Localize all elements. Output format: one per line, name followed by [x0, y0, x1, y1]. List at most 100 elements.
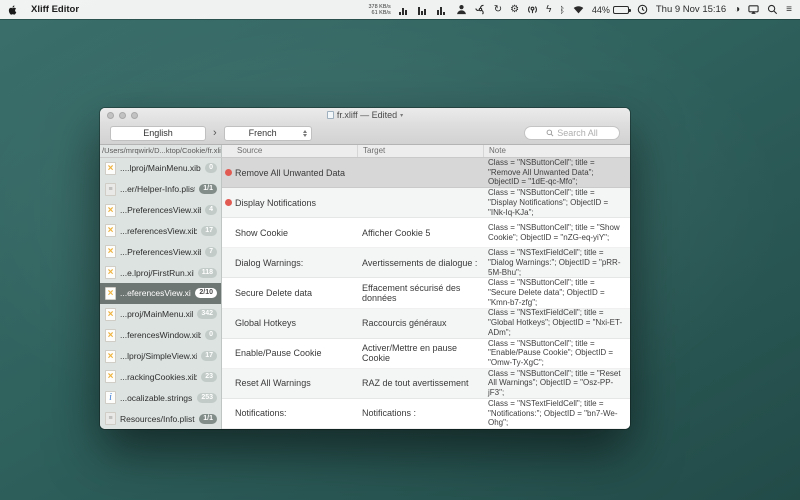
translation-row[interactable]: Reset All Warnings RAZ de tout avertisse… [222, 369, 630, 399]
file-name: ...referencesView.xib [120, 226, 197, 236]
spotlight-icon[interactable] [767, 4, 778, 15]
untranslated-dot-icon [225, 199, 232, 206]
night-shift-icon[interactable]: ◑ [734, 5, 740, 15]
note-cell: Class = "NSButtonCell"; title = "Secure … [483, 278, 630, 307]
notification-center-icon[interactable]: ≡ [786, 5, 792, 15]
translation-row[interactable]: Remove All Unwanted Data Class = "NSButt… [222, 158, 630, 188]
target-cell [357, 188, 483, 217]
sidebar-file-item[interactable]: i ...ocalizable.strings 253 [100, 387, 221, 408]
sidebar-file-item[interactable]: × ...lproj/SimpleView.xib 17 [100, 346, 221, 367]
title-bar[interactable]: fr.xliff — Edited ▾ [100, 108, 630, 122]
airplay-icon[interactable] [748, 4, 759, 15]
sidebar-file-item[interactable]: × ...referencesView.xib 17 [100, 221, 221, 242]
sidebar-file-item[interactable]: × ...PreferencesView.xib 7 [100, 241, 221, 262]
translation-count-badge: 342 [197, 309, 217, 319]
column-header-note[interactable]: Note [483, 145, 630, 157]
header-strip: /Users/mrqwirk/D...ktop/Cookie/fr.xliff … [100, 145, 630, 158]
target-cell: RAZ de tout avertissement [357, 369, 483, 398]
file-type-icon: × [105, 370, 116, 383]
file-type-icon: × [105, 245, 116, 258]
menu-bar: Xliff Editor 378 KB/s61 KB/s ↻ ⚙ ϟ ᛒ 44% [0, 0, 800, 19]
translation-row[interactable]: Dialog Warnings: Avertissements de dialo… [222, 248, 630, 278]
status-cell [222, 399, 235, 428]
time-machine-icon[interactable] [637, 4, 648, 15]
document-proxy-icon[interactable] [327, 111, 334, 119]
source-cell: Enable/Pause Cookie [235, 339, 357, 368]
column-header-target[interactable]: Target [357, 145, 483, 157]
source-cell: Dialog Warnings: [235, 248, 357, 277]
cpu-graph-icon[interactable] [399, 5, 410, 15]
source-cell: Global Hotkeys [235, 309, 357, 338]
source-cell: Reset All Warnings [235, 369, 357, 398]
sidebar-file-item[interactable]: ≡ ...er/Helper-Info.plist 1/1 [100, 179, 221, 200]
popup-stepper-icon [301, 130, 311, 137]
toolbar: English › French Search All [100, 122, 630, 145]
sidebar-file-item[interactable]: × ...proj/MainMenu.xib 342 [100, 304, 221, 325]
sidebar-file-item[interactable]: × ...ferencesWindow.xib 0 [100, 325, 221, 346]
file-type-icon: × [105, 350, 116, 363]
column-header-source[interactable]: Source [222, 145, 357, 157]
battery-percent: 44% [592, 5, 610, 15]
sidebar-file-item[interactable]: × ...eferencesView.xib 2/10 [100, 283, 221, 304]
sidebar-file-item[interactable]: × ...PreferencesView.xib 4 [100, 200, 221, 221]
status-cell [222, 369, 235, 398]
translation-row[interactable]: Secure Delete data Effacement sécurisé d… [222, 278, 630, 308]
translation-row[interactable]: Display Notifications Class = "NSButtonC… [222, 188, 630, 218]
title-chevron-icon[interactable]: ▾ [400, 112, 403, 119]
sidebar-file-item[interactable]: × ...rackingCookies.xib 23 [100, 366, 221, 387]
note-cell: Class = "NSButtonCell"; title = "Reset A… [483, 369, 630, 398]
translation-row[interactable]: Notifications: Notifications : Class = "… [222, 399, 630, 429]
translation-count-badge: 0 [205, 163, 217, 173]
file-type-icon: ≡ [105, 412, 116, 425]
apple-menu-icon[interactable] [8, 4, 18, 16]
translation-count-badge: 118 [198, 268, 217, 278]
wifi-icon[interactable] [573, 4, 584, 15]
bluetooth-icon[interactable]: ᛒ [559, 5, 564, 15]
menu-app-name[interactable]: Xliff Editor [31, 4, 79, 15]
source-cell: Display Notifications [235, 188, 357, 217]
memory-graph-icon[interactable] [418, 5, 429, 15]
file-name: ...lproj/SimpleView.xib [120, 351, 197, 361]
hotspot-icon[interactable] [527, 4, 538, 15]
file-path: /Users/mrqwirk/D...ktop/Cookie/fr.xliff [100, 145, 222, 158]
gear-icon[interactable]: ⚙ [510, 5, 519, 15]
file-type-icon: × [105, 308, 116, 321]
translation-count-badge: 253 [197, 393, 217, 403]
file-type-icon: × [105, 204, 116, 217]
sidebar-file-item[interactable]: × ...e.lproj/FirstRun.xib 118 [100, 262, 221, 283]
fan-icon[interactable] [475, 4, 486, 15]
search-input[interactable]: Search All [524, 126, 620, 140]
translation-count-badge: 4 [205, 205, 217, 215]
file-name: ...eferencesView.xib [120, 288, 191, 298]
menu-clock[interactable]: Thu 9 Nov 15:16 [656, 4, 726, 15]
target-cell: Afficher Cookie 5 [357, 218, 483, 247]
table-header: Source Target Note [222, 145, 630, 158]
translation-count-badge: 1/1 [199, 414, 217, 424]
sidebar-file-item[interactable]: × ....lproj/MainMenu.xib 0 [100, 158, 221, 179]
target-cell: Raccourcis généraux [357, 309, 483, 338]
target-cell: Notifications : [357, 399, 483, 428]
user-icon[interactable] [456, 4, 467, 15]
sync-icon[interactable]: ↻ [494, 5, 502, 15]
file-type-icon: ≡ [105, 183, 116, 196]
network-speed-readout[interactable]: 378 KB/s61 KB/s [368, 4, 390, 16]
disk-graph-icon[interactable] [437, 5, 448, 15]
translation-row[interactable]: Show Cookie Afficher Cookie 5 Class = "N… [222, 218, 630, 248]
file-name: ...e.lproj/FirstRun.xib [120, 268, 194, 278]
target-cell: Effacement sécurisé des données [357, 278, 483, 307]
translation-count-badge: 1/1 [199, 184, 217, 194]
sidebar-file-item[interactable]: ≡ Resources/Info.plist 1/1 [100, 408, 221, 429]
status-cell [222, 188, 235, 217]
file-name: ....lproj/MainMenu.xib [120, 163, 201, 173]
source-language-button[interactable]: English [110, 126, 206, 141]
status-cell [222, 278, 235, 307]
translation-count-badge: 23 [201, 372, 217, 382]
battery-indicator[interactable]: 44% [592, 5, 629, 15]
target-language-popup[interactable]: French [224, 126, 312, 141]
note-cell: Class = "NSButtonCell"; title = "Show Co… [483, 218, 630, 247]
translation-row[interactable]: Global Hotkeys Raccourcis généraux Class… [222, 309, 630, 339]
note-cell: Class = "NSButtonCell"; title = "Remove … [483, 158, 630, 187]
file-type-icon: × [105, 162, 116, 175]
power-bolt-icon[interactable]: ϟ [546, 5, 551, 15]
translation-row[interactable]: Enable/Pause Cookie Activer/Mettre en pa… [222, 339, 630, 369]
